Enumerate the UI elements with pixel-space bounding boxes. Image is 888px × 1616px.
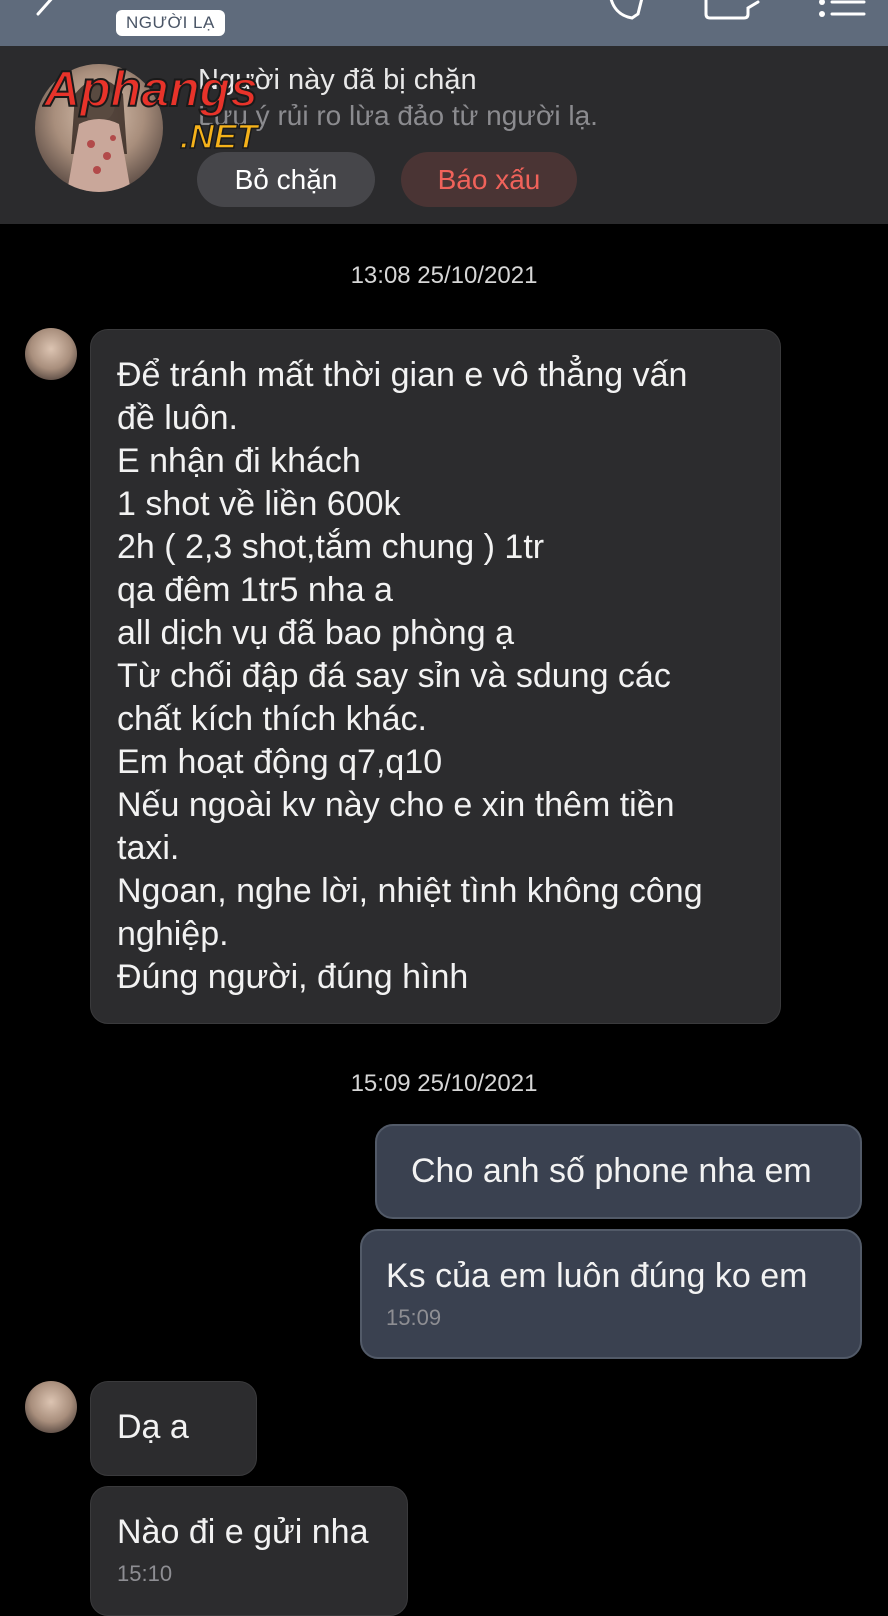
message-line: 1 shot về liền 600k [117,485,401,523]
outgoing-message[interactable]: Cho anh số phone nha em [375,1124,862,1219]
message-text: Dạ a [117,1408,189,1446]
date-separator: 13:08 25/10/2021 [350,262,538,289]
message-line: nghiệp. [117,915,229,953]
message-line: Nếu ngoài kv này cho e xin thêm tiền [117,786,675,824]
message-text: Ks của em luôn đúng ko em [386,1257,808,1295]
report-button[interactable]: Báo xấu [401,152,577,207]
incoming-message[interactable]: Để tránh mất thời gian e vô thẳng vấn đề … [90,329,781,1024]
stranger-badge: NGƯỜI LẠ [116,10,225,36]
message-line: qa đêm 1tr5 nha a [117,571,393,609]
message-line: E nhận đi khách [117,442,361,480]
sender-avatar[interactable] [25,328,77,380]
incoming-message[interactable]: Nào đi e gửi nha 15:10 [90,1486,408,1616]
message-line: Đúng người, đúng hình [117,958,469,996]
top-bar: NGƯỜI LẠ [0,0,888,46]
outgoing-message[interactable]: Ks của em luôn đúng ko em 15:09 [360,1229,862,1359]
message-line: Em hoạt động q7,q10 [117,743,443,781]
message-line: taxi. [117,829,180,867]
message-line: chất kích thích khác. [117,700,427,738]
message-text: Cho anh số phone nha em [411,1152,812,1190]
message-line: đề luôn. [117,399,238,437]
unblock-button[interactable]: Bỏ chặn [197,152,375,207]
video-icon[interactable] [704,0,760,22]
avatar-photo [67,79,131,192]
sender-avatar[interactable] [25,1381,77,1433]
menu-icon[interactable] [818,0,868,22]
message-line: Để tránh mất thời gian e vô thẳng vấn [117,356,688,394]
message-line: Ngoan, nghe lời, nhiệt tình không công [117,872,703,910]
message-text: Nào đi e gửi nha [117,1513,369,1551]
incoming-message[interactable]: Dạ a [90,1381,257,1476]
message-line: all dịch vụ đã bao phòng ạ [117,614,514,652]
phone-icon[interactable] [606,0,650,22]
profile-avatar[interactable] [35,64,163,192]
message-time: 15:10 [117,1561,173,1586]
date-separator: 15:09 25/10/2021 [350,1070,538,1097]
message-time: 15:09 [386,1305,442,1330]
back-arrow-icon[interactable] [26,0,60,20]
message-line: 2h ( 2,3 shot,tắm chung ) 1tr [117,528,545,566]
blocked-warning: Lưu ý rủi ro lừa đảo từ người lạ. [198,100,598,131]
message-line: Từ chối đập đá say sỉn và sdung các [117,657,671,695]
blocked-title: Người này đã bị chặn [198,64,477,96]
